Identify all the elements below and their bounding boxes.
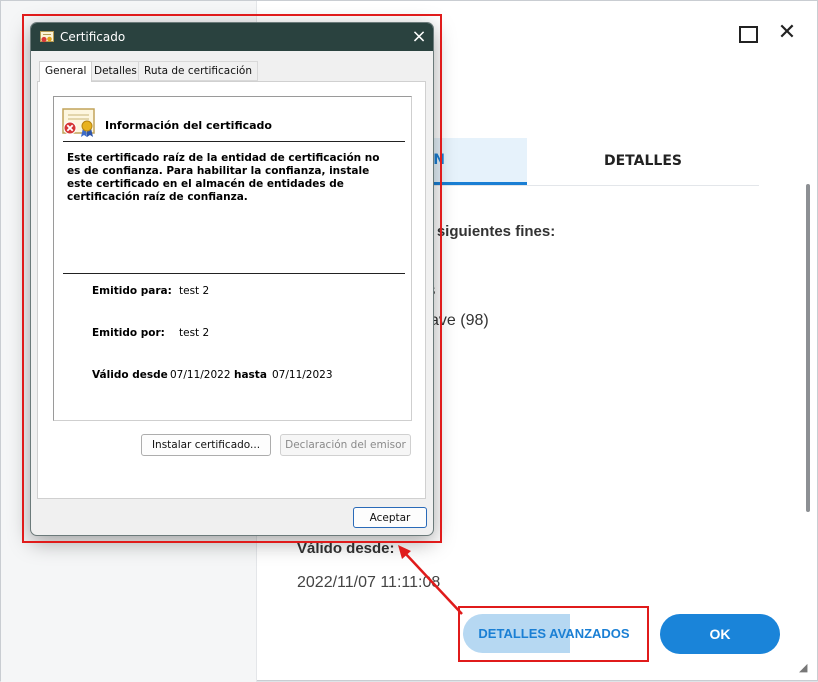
resize-grip-icon[interactable]: ◢	[799, 661, 811, 674]
scrollbar[interactable]	[806, 184, 810, 512]
annotation-highlight-certificate	[22, 14, 442, 543]
maximize-icon[interactable]	[735, 21, 759, 45]
valid-from-value: 2022/11/07 11:11:08	[297, 574, 441, 591]
annotation-highlight-advanced-button	[458, 606, 649, 662]
ok-button[interactable]: OK	[660, 614, 780, 654]
tab-general[interactable]: General	[39, 61, 93, 82]
close-icon[interactable]: ✕	[775, 21, 799, 45]
tab-detalles[interactable]: DETALLES	[527, 138, 759, 185]
